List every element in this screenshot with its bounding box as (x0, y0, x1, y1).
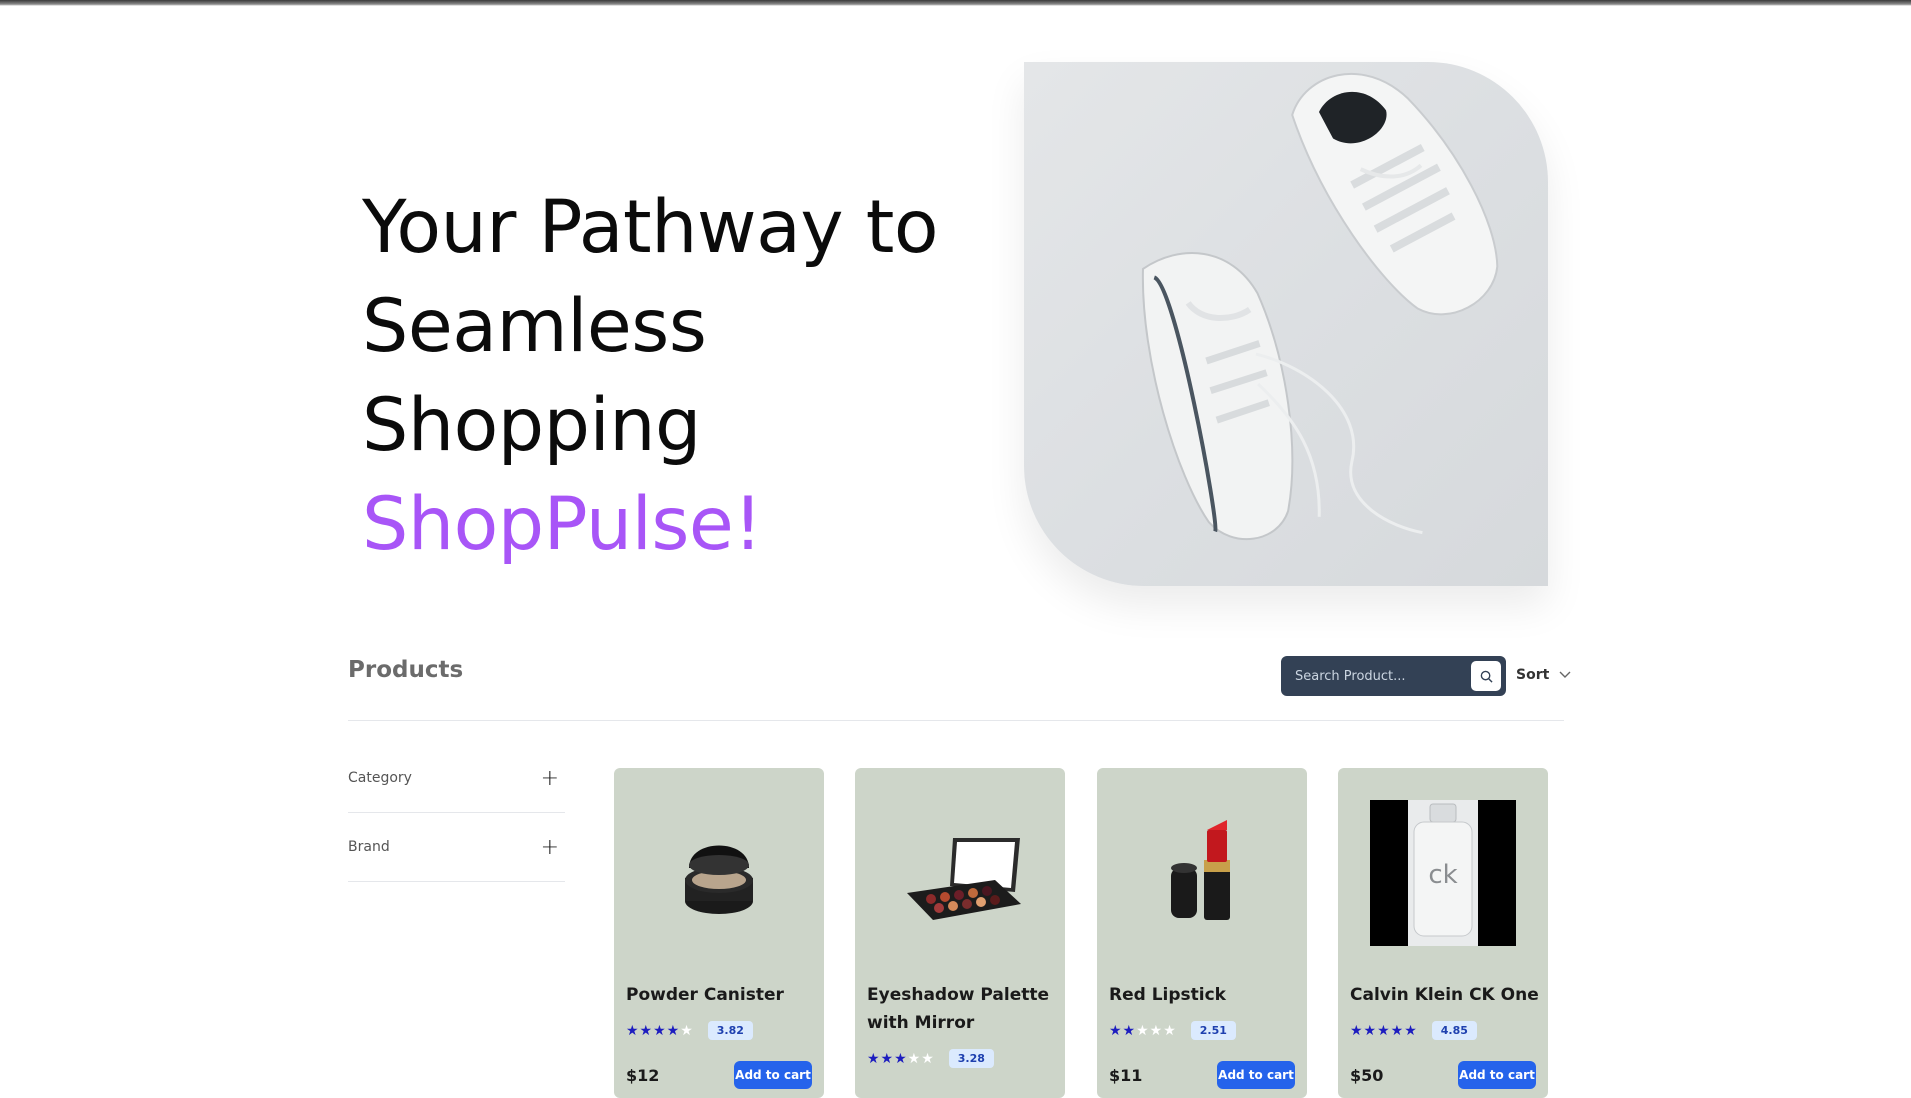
star-rating-icons: ★★★★★ (626, 1022, 694, 1039)
sort-dropdown[interactable]: Sort (1516, 667, 1571, 683)
hero-line-1: Your Pathway to (362, 185, 939, 270)
product-card[interactable]: Powder Canister ★★★★★ 3.82 $12 Add to ca… (614, 768, 824, 1098)
product-price: $50 (1350, 1066, 1384, 1085)
add-to-cart-button[interactable]: Add to cart (1458, 1061, 1536, 1089)
product-rating: ★★★★★ 4.85 (1350, 1021, 1477, 1040)
product-rating: ★★★★★ 3.82 (626, 1021, 753, 1040)
product-name: Powder Canister (626, 985, 784, 1005)
filter-brand[interactable]: Brand + (348, 813, 565, 882)
hero-sneakers-image (1024, 62, 1548, 586)
product-name: Eyeshadow Palette with Mirror (867, 985, 1050, 1033)
star-rating-icons: ★★★★★ (1109, 1022, 1177, 1039)
product-name: Calvin Klein CK One (1350, 985, 1539, 1005)
product-image-eyeshadow (855, 768, 1065, 978)
filter-brand-label: Brand (348, 839, 390, 855)
rating-badge: 4.85 (1431, 1021, 1477, 1040)
product-image-ck-one: ck (1338, 768, 1548, 978)
product-card[interactable]: Red Lipstick ★★★★★ 2.51 $11 Add to cart (1097, 768, 1307, 1098)
search-input[interactable] (1295, 656, 1465, 696)
search-bar (1281, 656, 1506, 696)
hero-brand-name: ShopPulse! (362, 482, 763, 567)
rating-badge: 3.28 (948, 1049, 994, 1068)
sort-label: Sort (1516, 667, 1550, 683)
product-price: $12 (626, 1066, 660, 1085)
product-image-powder (614, 768, 824, 978)
svg-text:ck: ck (1428, 860, 1457, 890)
top-shadow-bar (0, 0, 1911, 6)
search-icon (1480, 670, 1493, 683)
hero-line-3: Shopping (362, 383, 701, 468)
plus-icon: + (540, 765, 559, 791)
product-price: $11 (1109, 1066, 1143, 1085)
chevron-down-icon (1559, 671, 1571, 678)
product-image-lipstick (1097, 768, 1307, 978)
plus-icon: + (540, 834, 559, 860)
filter-category-label: Category (348, 770, 412, 786)
star-rating-icons: ★★★★★ (1350, 1022, 1418, 1039)
product-rating: ★★★★★ 2.51 (1109, 1021, 1236, 1040)
star-rating-icons: ★★★★★ (867, 1050, 935, 1067)
rating-badge: 3.82 (707, 1021, 753, 1040)
section-divider (348, 720, 1564, 721)
search-button[interactable] (1471, 661, 1501, 691)
hero-line-2: Seamless (362, 284, 707, 369)
product-card[interactable]: ck Calvin Klein CK One ★★★★★ 4.85 $50 Ad… (1338, 768, 1548, 1098)
product-name: Red Lipstick (1109, 985, 1226, 1005)
add-to-cart-button[interactable]: Add to cart (734, 1061, 812, 1089)
rating-badge: 2.51 (1190, 1021, 1236, 1040)
add-to-cart-button[interactable]: Add to cart (1217, 1061, 1295, 1089)
filter-category[interactable]: Category + (348, 744, 565, 813)
hero-title: Your Pathway to Seamless Shopping ShopPu… (362, 178, 1062, 574)
product-rating: ★★★★★ 3.28 (867, 1049, 994, 1068)
products-heading: Products (348, 657, 464, 683)
product-card[interactable]: Eyeshadow Palette with Mirror ★★★★★ 3.28 (855, 768, 1065, 1098)
